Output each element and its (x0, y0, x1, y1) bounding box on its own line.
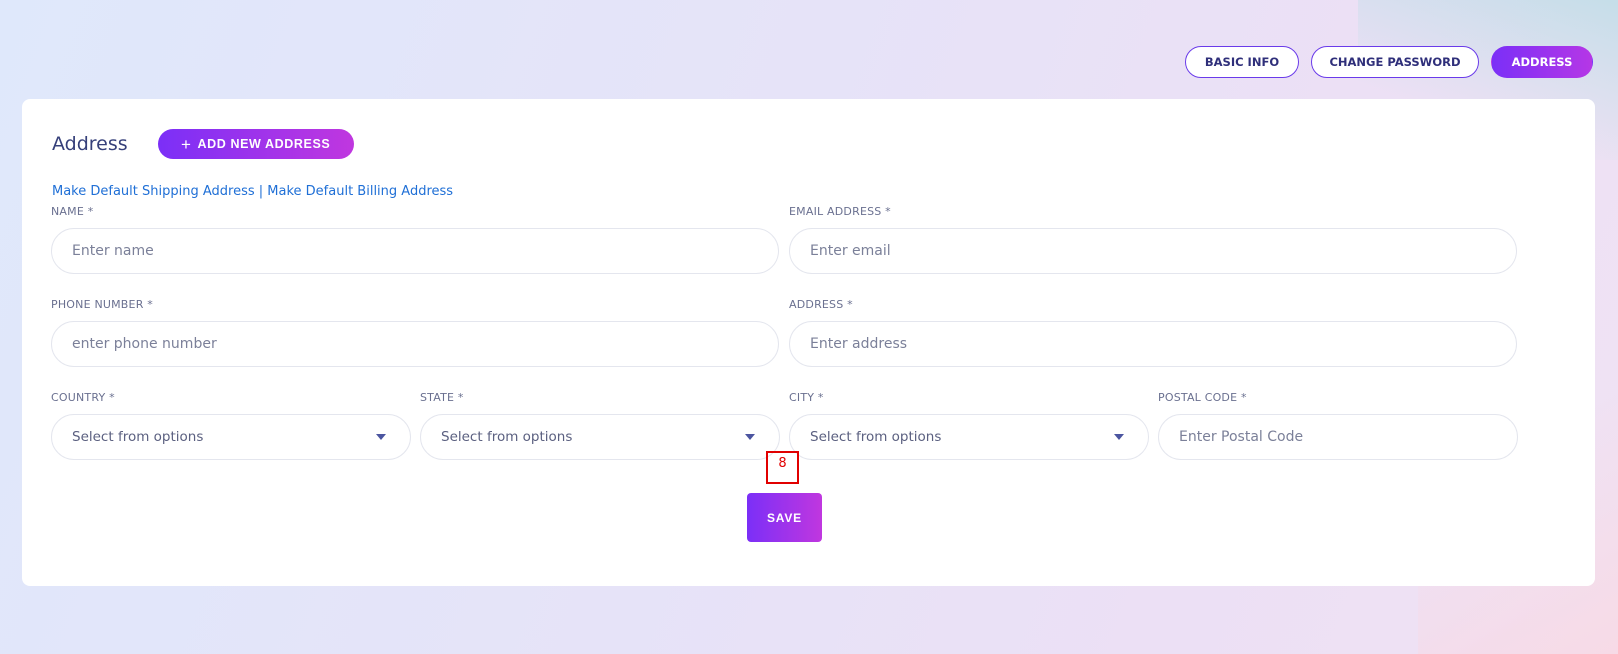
tab-change-password[interactable]: CHANGE PASSWORD (1311, 46, 1479, 78)
name-field-group: NAME * Enter name (51, 205, 779, 274)
email-field-group: EMAIL ADDRESS * Enter email (789, 205, 1517, 274)
city-field-group: CITY * Select from options (789, 391, 1149, 460)
city-select[interactable]: Select from options (789, 414, 1149, 460)
profile-tabs: BASIC INFO CHANGE PASSWORD ADDRESS (1185, 46, 1593, 78)
email-input[interactable]: Enter email (789, 228, 1517, 274)
plus-icon: + (180, 134, 192, 154)
address-label: ADDRESS * (789, 298, 853, 311)
postal-field-group: POSTAL CODE * Enter Postal Code (1158, 391, 1518, 460)
card-header: Address + ADD NEW ADDRESS (52, 129, 354, 159)
state-field-group: STATE * Select from options (420, 391, 780, 460)
tab-address[interactable]: ADDRESS (1491, 46, 1593, 78)
make-default-shipping-link[interactable]: Make Default Shipping Address (52, 184, 255, 199)
link-separator: | (258, 184, 264, 199)
chevron-down-icon (1114, 434, 1124, 440)
phone-input[interactable]: enter phone number (51, 321, 779, 367)
page-title: Address (52, 133, 128, 155)
city-label: CITY * (789, 391, 824, 404)
state-select-value: Select from options (441, 429, 573, 445)
city-select-value: Select from options (810, 429, 942, 445)
chevron-down-icon (376, 434, 386, 440)
address-field-group: ADDRESS * Enter address (789, 298, 1517, 367)
country-select[interactable]: Select from options (51, 414, 411, 460)
save-button[interactable]: SAVE (747, 493, 822, 542)
country-select-value: Select from options (72, 429, 204, 445)
phone-label: PHONE NUMBER * (51, 298, 153, 311)
add-new-address-button[interactable]: + ADD NEW ADDRESS (157, 129, 354, 159)
name-label: NAME * (51, 205, 94, 218)
tab-basic-info[interactable]: BASIC INFO (1185, 46, 1299, 78)
postal-label: POSTAL CODE * (1158, 391, 1247, 404)
state-label: STATE * (420, 391, 464, 404)
chevron-down-icon (745, 434, 755, 440)
email-label: EMAIL ADDRESS * (789, 205, 891, 218)
country-field-group: COUNTRY * Select from options (51, 391, 411, 460)
add-new-address-label: ADD NEW ADDRESS (197, 137, 331, 151)
postal-code-input[interactable]: Enter Postal Code (1158, 414, 1518, 460)
make-default-billing-link[interactable]: Make Default Billing Address (267, 184, 453, 199)
address-card: Address + ADD NEW ADDRESS Make Default S… (22, 99, 1595, 586)
state-select[interactable]: Select from options (420, 414, 780, 460)
phone-field-group: PHONE NUMBER * enter phone number (51, 298, 779, 367)
annotation-marker: 8 (766, 451, 799, 484)
address-input[interactable]: Enter address (789, 321, 1517, 367)
default-address-links: Make Default Shipping Address | Make Def… (52, 184, 453, 199)
country-label: COUNTRY * (51, 391, 115, 404)
name-input[interactable]: Enter name (51, 228, 779, 274)
